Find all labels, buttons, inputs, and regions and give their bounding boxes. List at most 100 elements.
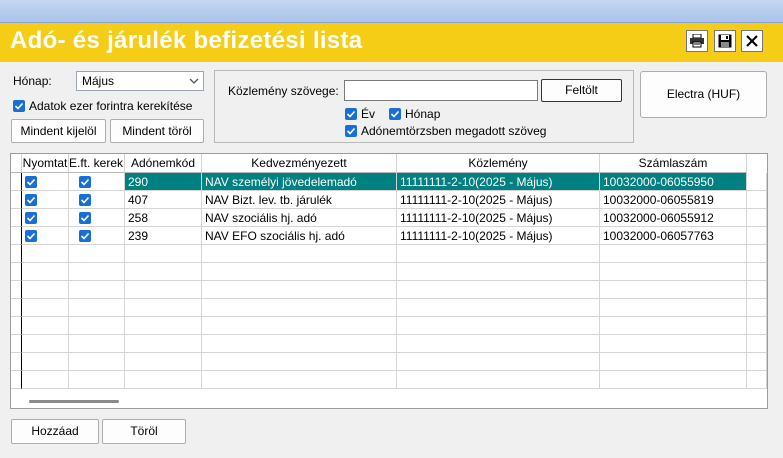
column-header-beneficiary[interactable]: Kedvezményezett [202, 154, 397, 173]
table-cell [202, 245, 397, 263]
table-cell[interactable] [747, 227, 767, 245]
table-cell [747, 335, 767, 353]
table-cell [600, 317, 747, 335]
add-button[interactable]: Hozzáad [11, 419, 99, 444]
round-row-checkbox[interactable] [79, 194, 91, 206]
table-cell[interactable] [69, 191, 125, 209]
empty-table-row [11, 263, 767, 281]
table-cell [125, 281, 202, 299]
table-cell [22, 263, 69, 281]
table-cell [397, 371, 600, 389]
cell-comment[interactable]: 11111111-2-10(2025 - Május) [397, 173, 600, 191]
empty-table-row [11, 335, 767, 353]
cell-account[interactable]: 10032000-06057763 [600, 227, 747, 245]
round-row-checkbox[interactable] [79, 176, 91, 188]
cell-code[interactable]: 258 [125, 209, 202, 227]
cell-comment[interactable]: 11111111-2-10(2025 - Május) [397, 227, 600, 245]
table-cell [397, 353, 600, 371]
upload-button[interactable]: Feltölt [541, 79, 622, 102]
table-row[interactable]: 290 NAV személyi jövedelemadó 11111111-2-1… [11, 173, 767, 191]
print-checkbox[interactable] [25, 212, 37, 224]
table-cell [600, 245, 747, 263]
cell-account[interactable]: 10032000-06055912 [600, 209, 747, 227]
round-checkbox[interactable] [13, 100, 25, 112]
comment-input[interactable] [344, 80, 538, 101]
table-row[interactable]: 407 NAV Bizt. lev. tb. járulék 11111111-2-… [11, 191, 767, 209]
table-cell [69, 371, 125, 389]
print-checkbox[interactable] [25, 230, 37, 242]
table-cell [125, 263, 202, 281]
cell-beneficiary[interactable]: NAV személyi jövedelemadó [202, 173, 397, 191]
cell-account[interactable]: 10032000-06055950 [600, 173, 747, 191]
cell-beneficiary[interactable]: NAV Bizt. lev. tb. járulék [202, 191, 397, 209]
cell-beneficiary[interactable]: NAV szociális hj. adó [202, 209, 397, 227]
title-bar: Adó- és járulék befizetési lista [0, 23, 783, 62]
table-row[interactable]: 239 NAV EFO szociális hj. adó 11111111-2-1… [11, 227, 767, 245]
cell-comment[interactable]: 11111111-2-10(2025 - Május) [397, 191, 600, 209]
table-cell [69, 335, 125, 353]
row-indicator [11, 209, 22, 227]
table-cell [202, 317, 397, 335]
table-cell[interactable] [747, 191, 767, 209]
taxcode-text-checkbox[interactable] [345, 125, 357, 137]
print-checkbox[interactable] [25, 176, 37, 188]
delete-button[interactable]: Töröl [102, 419, 186, 444]
cell-code[interactable]: 407 [125, 191, 202, 209]
electra-button[interactable]: Electra (HUF) [640, 71, 767, 118]
horizontal-scrollbar[interactable] [29, 400, 119, 403]
table-cell [747, 281, 767, 299]
empty-table-row [11, 317, 767, 335]
table-cell[interactable] [69, 173, 125, 191]
table-cell [397, 263, 600, 281]
checkmark-icon [80, 232, 90, 240]
table-cell [22, 281, 69, 299]
cell-code[interactable]: 239 [125, 227, 202, 245]
column-header-print[interactable]: Nyomtat [22, 154, 69, 173]
cell-beneficiary[interactable]: NAV EFO szociális hj. adó [202, 227, 397, 245]
taxcode-text-label: Adónemtörzsben megadott szöveg [361, 124, 547, 138]
close-button[interactable] [741, 30, 763, 52]
cell-code[interactable]: 290 [125, 173, 202, 191]
table-cell[interactable] [22, 191, 69, 209]
month-select-value: Május [82, 74, 115, 88]
select-all-button[interactable]: Mindent kijelöl [11, 119, 106, 143]
cell-account[interactable]: 10032000-06055819 [600, 191, 747, 209]
print-button[interactable] [686, 30, 708, 52]
column-header-account[interactable]: Számlaszám [600, 154, 747, 173]
table-cell [125, 317, 202, 335]
table-cell [69, 317, 125, 335]
row-indicator [11, 335, 22, 353]
table-cell [22, 299, 69, 317]
row-indicator [11, 245, 22, 263]
save-button[interactable] [714, 30, 736, 52]
print-checkbox[interactable] [25, 194, 37, 206]
table-cell[interactable] [747, 209, 767, 227]
table-cell [125, 371, 202, 389]
table-cell [397, 299, 600, 317]
table-cell [600, 263, 747, 281]
month-checkbox[interactable] [389, 108, 401, 120]
column-header-round[interactable]: E.ft. kerek. [69, 154, 125, 173]
column-header-taxcode[interactable]: Adónemkód [125, 154, 202, 173]
table-cell[interactable] [69, 209, 125, 227]
row-indicator [11, 353, 22, 371]
table-cell[interactable] [747, 173, 767, 191]
round-row-checkbox[interactable] [79, 230, 91, 242]
table-cell [747, 263, 767, 281]
table-row[interactable]: 258 NAV szociális hj. adó 11111111-2-10(20… [11, 209, 767, 227]
table-cell[interactable] [22, 173, 69, 191]
payments-grid[interactable]: Nyomtat E.ft. kerek. Adónemkód Kedvezmén… [10, 153, 768, 409]
year-checkbox[interactable] [345, 108, 357, 120]
column-header-comment[interactable]: Közlemény [397, 154, 600, 173]
table-cell[interactable] [22, 227, 69, 245]
table-cell[interactable] [69, 227, 125, 245]
table-cell[interactable] [22, 209, 69, 227]
month-select[interactable]: Május [76, 71, 204, 91]
table-cell [600, 353, 747, 371]
table-cell [600, 335, 747, 353]
empty-table-row [11, 371, 767, 389]
round-row-checkbox[interactable] [79, 212, 91, 224]
cell-comment[interactable]: 11111111-2-10(2025 - Május) [397, 209, 600, 227]
row-indicator [11, 191, 22, 209]
deselect-all-button[interactable]: Mindent töröl [110, 119, 204, 143]
